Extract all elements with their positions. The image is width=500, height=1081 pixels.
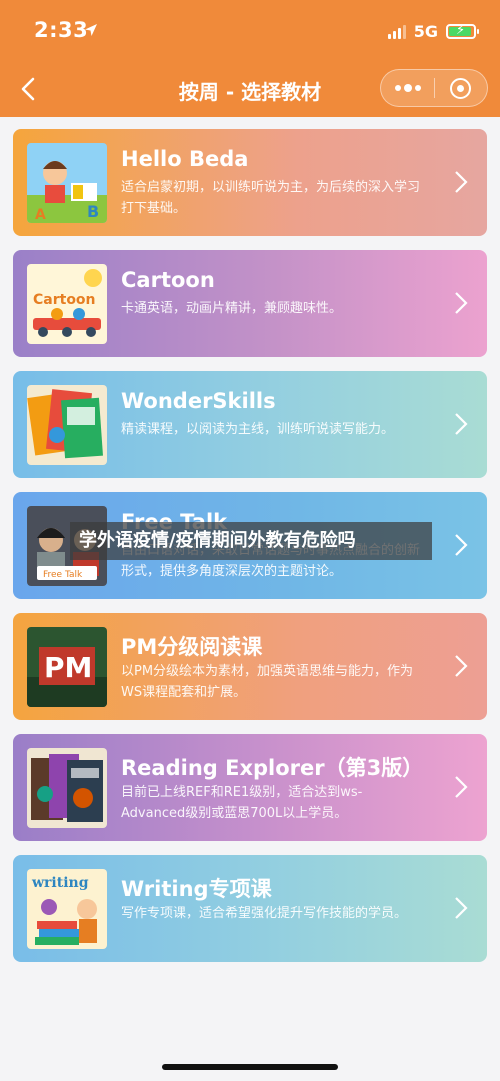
network-type: 5G (413, 22, 438, 41)
free-talk-thumbnail-label: Free Talk (43, 570, 83, 580)
chevron-right-icon (455, 413, 468, 435)
hello-beda-thumbnail: B A (27, 143, 107, 223)
writing-thumbnail: writing (27, 869, 107, 949)
close-mini-program-button[interactable] (435, 77, 487, 99)
course-card-wonderskills[interactable]: WonderSkills 精读课程，以阅读为主线，训练听说读写能力。 (13, 371, 487, 478)
more-dot-icon (394, 84, 401, 91)
course-description: 以PM分级绘本为素材，加强英语思维与能力，作为WS课程配套和扩展。 (121, 664, 414, 700)
charging-bolt-icon: ⚡ (456, 23, 466, 38)
course-description: 目前已上线REF和RE1级别，适合达到ws-Advanced级别或蓝思700L以… (121, 785, 363, 821)
course-title: Hello Beda (121, 147, 249, 171)
home-indicator[interactable] (162, 1064, 338, 1070)
more-options-button[interactable] (381, 83, 434, 92)
course-title: Reading Explorer（第3版） (121, 756, 424, 780)
reading-explorer-thumbnail (27, 748, 107, 828)
chevron-right-icon (455, 292, 468, 314)
target-close-icon (450, 77, 472, 99)
writing-thumbnail-label: writing (31, 875, 89, 891)
chevron-right-icon (455, 534, 468, 556)
course-title: PM分级阅读课 (121, 635, 263, 659)
course-card-writing[interactable]: writing Writing专项课 写作专项课，适合希望强化提升写作技能的学员… (13, 855, 487, 962)
pm-thumbnail-label: PM (44, 651, 92, 684)
course-description: 精读课程，以阅读为主线，训练听说读写能力。 (121, 422, 395, 437)
cartoon-thumbnail: Cartoon (27, 264, 107, 344)
chevron-right-icon (455, 776, 468, 798)
chevron-right-icon (455, 171, 468, 193)
course-card-reading-explorer[interactable]: Reading Explorer（第3版） 目前已上线REF和RE1级别，适合达… (13, 734, 487, 841)
location-arrow-icon (85, 24, 97, 36)
wonderskills-thumbnail (27, 385, 107, 465)
course-description: 写作专项课，适合希望强化提升写作技能的学员。 (121, 906, 408, 921)
svg-text:A: A (35, 207, 46, 223)
status-bar: 2:33 5G ⚡ (0, 0, 500, 62)
more-dot-icon (414, 84, 421, 91)
course-title: WonderSkills (121, 389, 276, 413)
chevron-right-icon (455, 655, 468, 677)
course-title: Cartoon (121, 268, 215, 292)
mini-program-capsule (380, 69, 488, 107)
cartoon-thumbnail-label: Cartoon (33, 292, 96, 308)
course-description: 卡通英语，动画片精讲，兼顾趣味性。 (121, 301, 343, 316)
course-title: Writing专项课 (121, 877, 272, 901)
course-card-cartoon[interactable]: Cartoon Cartoon 卡通英语，动画片精讲，兼顾趣味性。 (13, 250, 487, 357)
overlay-caption: 学外语疫情/疫情期间外教有危险吗 (70, 522, 432, 560)
chevron-right-icon (455, 897, 468, 919)
course-card-pm[interactable]: PM PM分级阅读课 以PM分级绘本为素材，加强英语思维与能力，作为WS课程配套… (13, 613, 487, 720)
nav-bar: 按周 - 选择教材 (0, 62, 500, 117)
status-time: 2:33 (34, 18, 89, 42)
course-description: 适合启蒙初期，以训练听说为主，为后续的深入学习打下基础。 (121, 180, 421, 216)
svg-text:B: B (87, 202, 99, 221)
pm-thumbnail: PM (27, 627, 107, 707)
status-indicators: 5G ⚡ (387, 22, 479, 41)
more-dot-icon (403, 83, 412, 92)
course-card-hello-beda[interactable]: B A Hello Beda 适合启蒙初期，以训练听说为主，为后续的深入学习打下… (13, 129, 487, 236)
battery-icon: ⚡ (446, 23, 479, 39)
cell-signal-icon (387, 24, 406, 39)
